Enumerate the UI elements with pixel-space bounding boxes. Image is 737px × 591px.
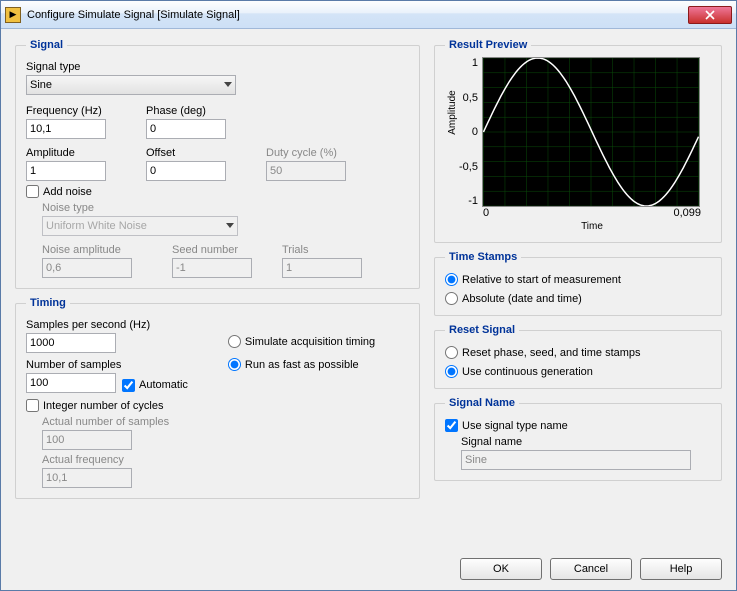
reset-cont-radio[interactable] [445, 365, 458, 378]
addnoise-check[interactable]: Add noise [26, 185, 409, 198]
reset-group: Reset Signal Reset phase, seed, and time… [434, 324, 722, 389]
preview-plot [482, 57, 700, 207]
simacq-radio-row[interactable]: Simulate acquisition timing [228, 335, 375, 348]
signal-type-select[interactable]: Sine [26, 75, 236, 95]
noiseamp-label: Noise amplitude [42, 244, 132, 256]
use-signame-row[interactable]: Use signal type name [445, 419, 711, 432]
use-signame-label: Use signal type name [462, 420, 568, 432]
sps-label: Samples per second (Hz) [26, 319, 188, 331]
offset-label: Offset [146, 147, 226, 159]
ytick-1: 1 [459, 57, 478, 69]
reset-phase-radio[interactable] [445, 346, 458, 359]
actnum-input [42, 430, 132, 450]
timing-group: Timing Samples per second (Hz) Number of… [15, 297, 420, 499]
intcyc-label: Integer number of cycles [43, 400, 163, 412]
ytick-05: 0,5 [459, 92, 478, 104]
simacq-radio[interactable] [228, 335, 241, 348]
preview-group: Result Preview Amplitude 1 0,5 0 -0,5 -1 [434, 39, 722, 243]
dialog-window: ▶ Configure Simulate Signal [Simulate Si… [0, 0, 737, 591]
signal-legend: Signal [26, 39, 67, 51]
offset-input[interactable] [146, 161, 226, 181]
timestamps-legend: Time Stamps [445, 251, 521, 263]
app-icon: ▶ [5, 7, 21, 23]
ytick-n1: -1 [459, 195, 478, 207]
amplitude-label: Amplitude [26, 147, 106, 159]
trials-label: Trials [282, 244, 362, 256]
signame-legend: Signal Name [445, 397, 519, 409]
seed-label: Seed number [172, 244, 252, 256]
preview-legend: Result Preview [445, 39, 531, 51]
ts-rel-label: Relative to start of measurement [462, 274, 621, 286]
fast-label: Run as fast as possible [245, 359, 359, 371]
noiseamp-input [42, 258, 132, 278]
nos-input[interactable] [26, 373, 116, 393]
seed-input [172, 258, 252, 278]
noisetype-label: Noise type [42, 202, 409, 214]
automatic-check[interactable]: Automatic [122, 379, 188, 392]
button-row: OK Cancel Help [434, 552, 722, 580]
ts-abs-label: Absolute (date and time) [462, 293, 582, 305]
xtick-0: 0 [483, 207, 489, 219]
automatic-label: Automatic [139, 379, 188, 391]
cancel-button[interactable]: Cancel [550, 558, 632, 580]
timestamps-group: Time Stamps Relative to start of measure… [434, 251, 722, 316]
nos-label: Number of samples [26, 359, 188, 371]
ytick-n05: -0,5 [459, 161, 478, 173]
close-icon [705, 10, 715, 20]
preview-xlabel: Time [483, 221, 701, 232]
dialog-content: Signal Signal type Sine Frequency (Hz) P… [1, 29, 736, 590]
actfreq-label: Actual frequency [42, 454, 409, 466]
addnoise-checkbox[interactable] [26, 185, 39, 198]
amplitude-input[interactable] [26, 161, 106, 181]
signame-label: Signal name [461, 436, 711, 448]
actnum-label: Actual number of samples [42, 416, 409, 428]
reset-cont-row[interactable]: Use continuous generation [445, 365, 711, 378]
ts-rel-row[interactable]: Relative to start of measurement [445, 273, 711, 286]
noisetype-select: Uniform White Noise [42, 216, 238, 236]
duty-input [266, 161, 346, 181]
reset-phase-row[interactable]: Reset phase, seed, and time stamps [445, 346, 711, 359]
xtick-end: 0,099 [673, 207, 701, 219]
fast-radio-row[interactable]: Run as fast as possible [228, 358, 375, 371]
phase-input[interactable] [146, 119, 226, 139]
signame-input [461, 450, 691, 470]
window-title: Configure Simulate Signal [Simulate Sign… [27, 9, 688, 21]
ts-abs-radio[interactable] [445, 292, 458, 305]
timing-legend: Timing [26, 297, 70, 309]
ts-rel-radio[interactable] [445, 273, 458, 286]
intcyc-checkbox[interactable] [26, 399, 39, 412]
use-signame-checkbox[interactable] [445, 419, 458, 432]
frequency-label: Frequency (Hz) [26, 105, 106, 117]
preview-ylabel: Amplitude [447, 90, 458, 134]
phase-label: Phase (deg) [146, 105, 226, 117]
sps-input[interactable] [26, 333, 116, 353]
ok-button[interactable]: OK [460, 558, 542, 580]
frequency-input[interactable] [26, 119, 106, 139]
signal-type-label: Signal type [26, 61, 409, 73]
reset-phase-label: Reset phase, seed, and time stamps [462, 347, 641, 359]
close-button[interactable] [688, 6, 732, 24]
signame-group: Signal Name Use signal type name Signal … [434, 397, 722, 481]
automatic-checkbox[interactable] [122, 379, 135, 392]
help-button[interactable]: Help [640, 558, 722, 580]
ts-abs-row[interactable]: Absolute (date and time) [445, 292, 711, 305]
trials-input [282, 258, 362, 278]
titlebar[interactable]: ▶ Configure Simulate Signal [Simulate Si… [1, 1, 736, 29]
intcyc-check[interactable]: Integer number of cycles [26, 399, 409, 412]
signal-group: Signal Signal type Sine Frequency (Hz) P… [15, 39, 420, 289]
fast-radio[interactable] [228, 358, 241, 371]
ytick-0: 0 [459, 126, 478, 138]
duty-label: Duty cycle (%) [266, 147, 346, 159]
reset-cont-label: Use continuous generation [462, 366, 593, 378]
actfreq-input [42, 468, 132, 488]
simacq-label: Simulate acquisition timing [245, 336, 375, 348]
addnoise-label: Add noise [43, 186, 92, 198]
reset-legend: Reset Signal [445, 324, 519, 336]
